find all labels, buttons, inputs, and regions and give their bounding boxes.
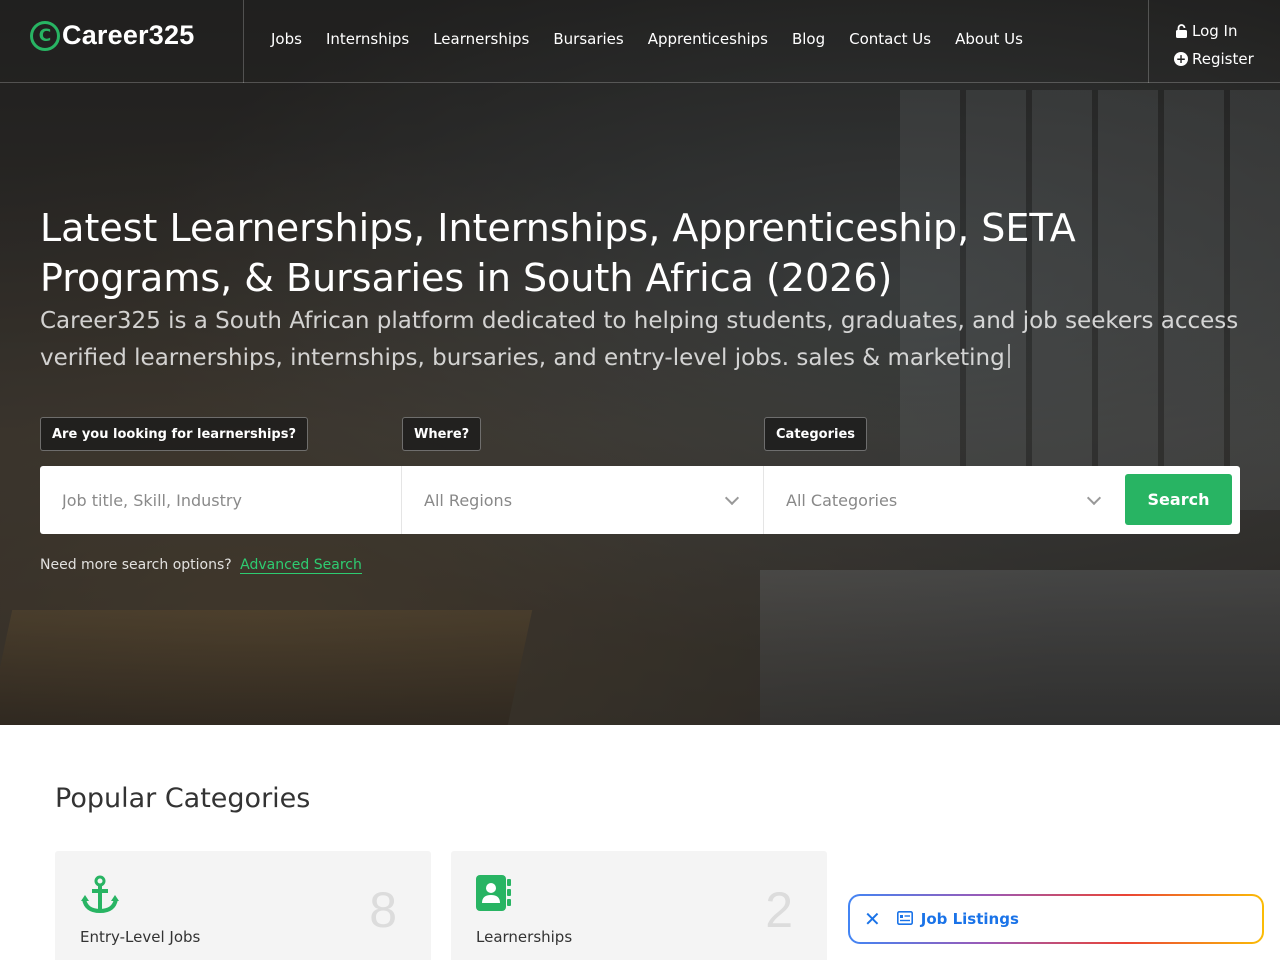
region-tag: Where? (402, 417, 482, 451)
category-card[interactable]: Entry-Level Jobs 8 (55, 851, 431, 960)
nav-item-learnerships[interactable]: Learnerships (433, 30, 529, 48)
job-listings-label[interactable]: Job Listings (921, 910, 1019, 928)
site-header: C Career325 Jobs Internships Learnership… (0, 0, 1280, 83)
hero-title: Latest Learnerships, Internships, Appren… (40, 206, 1076, 300)
category-select[interactable]: All Categories (764, 466, 1119, 534)
nav-item-contact-us[interactable]: Contact Us (849, 30, 931, 48)
chevron-down-icon (1086, 490, 1102, 506)
nav-item-about-us[interactable]: About Us (955, 30, 1023, 48)
region-select-value: All Regions (424, 490, 513, 510)
nav-item-bursaries[interactable]: Bursaries (553, 30, 623, 48)
register-label: Register (1192, 50, 1254, 68)
category-card[interactable]: Learnerships 2 (451, 851, 827, 960)
advanced-search-hint: Need more search options? Advanced Searc… (40, 557, 362, 574)
category-name: Entry-Level Jobs (80, 928, 201, 946)
nav-item-apprenticeships[interactable]: Apprenticeships (648, 30, 768, 48)
nav-item-internships[interactable]: Internships (326, 30, 409, 48)
nav-item-blog[interactable]: Blog (792, 30, 825, 48)
search-bar: All Regions All Categories Search (40, 466, 1240, 534)
listing-icon (896, 910, 913, 929)
header-divider (1148, 0, 1149, 83)
nav-item-jobs[interactable]: Jobs (271, 30, 302, 48)
popular-categories-title: Popular Categories (55, 783, 311, 814)
logo-text: Career325 (62, 20, 195, 50)
keyword-field (40, 466, 401, 534)
header-divider (243, 0, 244, 83)
close-icon[interactable]: ✕ (864, 907, 881, 931)
job-listings-widget: ✕ Job Listings (848, 894, 1264, 944)
register-link[interactable]: + Register (1174, 45, 1254, 73)
search-button[interactable]: Search (1125, 474, 1232, 525)
chevron-down-icon (724, 490, 740, 506)
category-select-value: All Categories (786, 490, 898, 510)
hero-subtitle-text: Career325 is a South African platform de… (40, 308, 1239, 371)
keyword-input[interactable] (62, 490, 382, 510)
job-listings-widget-body: ✕ Job Listings (850, 896, 1262, 942)
logo-icon: C (30, 20, 60, 51)
main-nav: Jobs Internships Learnerships Bursaries … (271, 30, 1047, 48)
category-count: 8 (369, 882, 397, 938)
contact-book-icon (476, 875, 516, 915)
site-logo[interactable]: C Career325 (30, 20, 194, 51)
category-name: Learnerships (476, 928, 573, 946)
hero-subtitle: Career325 is a South African platform de… (40, 303, 1240, 377)
advanced-search-link[interactable]: Advanced Search (240, 557, 362, 574)
typing-cursor (1007, 344, 1010, 368)
advanced-search-text: Need more search options? (40, 557, 232, 573)
login-link[interactable]: Log In (1174, 17, 1254, 45)
anchor-icon (80, 875, 120, 915)
login-label: Log In (1192, 22, 1238, 40)
category-count: 2 (765, 882, 793, 938)
region-select[interactable]: All Regions (402, 466, 763, 534)
lock-icon (1174, 24, 1188, 38)
keyword-tag: Are you looking for learnerships? (40, 417, 309, 451)
category-tag: Categories (764, 417, 868, 451)
auth-links: Log In + Register (1174, 17, 1254, 73)
plus-circle-icon: + (1174, 52, 1188, 66)
